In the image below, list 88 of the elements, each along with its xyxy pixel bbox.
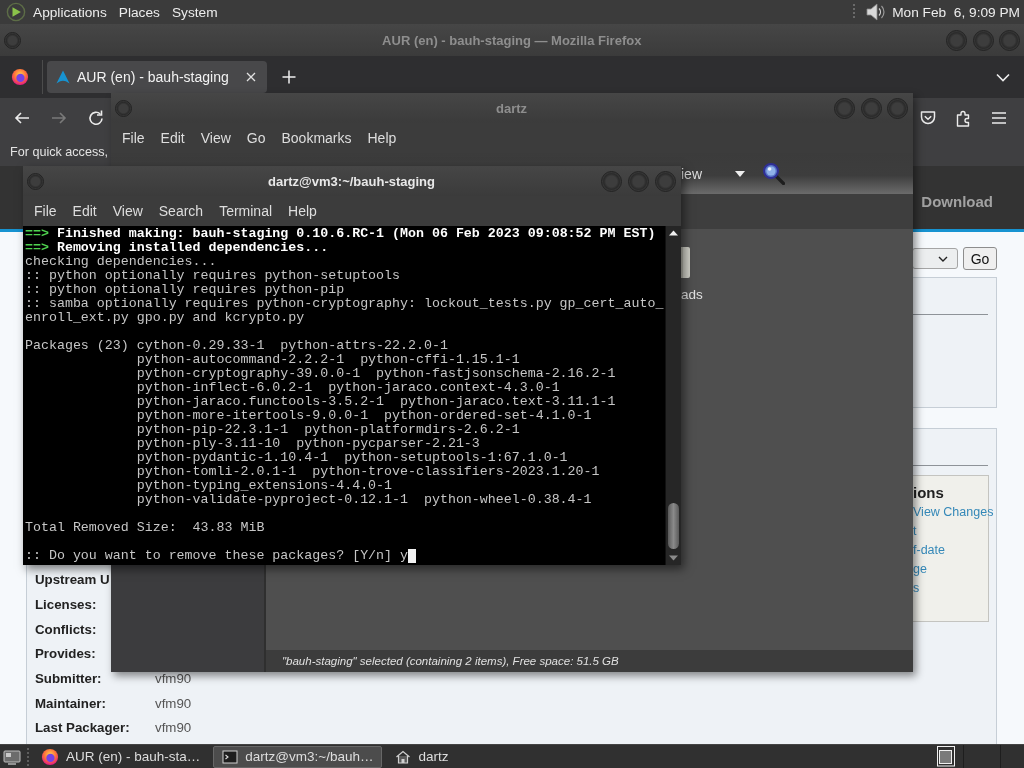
reload-icon[interactable] — [87, 109, 105, 127]
search-icon[interactable] — [762, 162, 785, 185]
menu-item[interactable]: Terminal — [211, 199, 281, 223]
terminal-line: python-typing_extensions-4.4.0-1 — [136, 479, 393, 493]
terminal-line: :: python optionally requires python-pip — [25, 283, 345, 297]
action-link[interactable]: View Changes — [913, 503, 994, 522]
menu-item[interactable]: File — [114, 126, 153, 150]
volume-icon[interactable] — [864, 2, 887, 22]
terminal-line: python-ply-3.11-10 python-pycparser-2.21-3 — [136, 437, 480, 451]
menu-item[interactable]: Edit — [152, 126, 193, 150]
terminal-line: :: samba optionally requires python-cryptography: lockout_tests.py gp_cert_auto_ — [25, 297, 664, 311]
menu-item[interactable]: Help — [359, 126, 405, 150]
prompt-marker: ==> — [25, 227, 49, 241]
chevron-down-icon[interactable] — [996, 72, 1010, 82]
browser-logo-icon — [41, 747, 59, 766]
browser-logo-icon[interactable] — [11, 68, 29, 86]
scrollbar-thumb[interactable] — [668, 503, 679, 549]
file-label[interactable]: ads — [681, 287, 703, 303]
terminal-line: python-inflect-6.0.2-1 python-jaraco.context-4.3.0-1 — [136, 381, 560, 395]
detail-label: Conflicts: — [35, 621, 97, 637]
menu-item[interactable]: System — [165, 1, 224, 23]
menu-icon[interactable] — [990, 109, 1008, 127]
taskbar-button[interactable]: dartz@vm3:~/bauh… — [213, 745, 383, 768]
terminal-line: python-more-itertools-9.0.0-1 python-ordered-set-4.1.0-1 — [136, 409, 592, 423]
select-field[interactable] — [912, 248, 958, 269]
terminal-line: python-pip-22.3.1-1 python-platformdirs-2.6.2-1 — [136, 423, 520, 437]
menu-item[interactable]: Go — [238, 126, 274, 150]
terminal-line: python-jaraco.functools-3.5.2-1 python-jaraco.text-3.11.1-1 — [136, 395, 616, 409]
terminal-text: Packages (23) — [25, 339, 130, 353]
window-title: dartz@vm3:~/bauh-staging — [268, 173, 435, 189]
terminal-line: Removing installed dependencies... — [56, 241, 329, 255]
status-text: "bauh-staging" selected (containing 2 items), Free space: 51.5 GB — [282, 655, 619, 667]
taskbar-button[interactable]: dartz — [386, 745, 458, 768]
terminal-line: :: python optionally requires python-setuptools — [25, 269, 401, 283]
go-button[interactable]: Go — [963, 247, 997, 270]
terminal-line: python-cryptography-39.0.0-1 python-fastjsonschema-2.16.2-1 — [136, 367, 616, 381]
terminal-line: cython-0.29.33-1 python-attrs-22.2.0-1 — [136, 339, 448, 353]
menu-item[interactable]: View — [192, 126, 239, 150]
taskbar-button[interactable]: AUR (en) - bauh-sta… — [32, 745, 210, 768]
scrollbar[interactable] — [665, 226, 681, 565]
terminal-line: python-tomli-2.0.1-1 python-trove-classifiers-2023.1.20-1 — [136, 465, 600, 479]
detail-label: Submitter: — [35, 671, 102, 687]
close-icon[interactable] — [246, 72, 256, 82]
terminal-icon — [222, 748, 239, 765]
detail-value: vfm90 — [155, 720, 192, 736]
bookmarks-hint: For quick access, — [10, 145, 108, 159]
clock-label[interactable]: Mon Feb 6, 9:09 PM — [892, 4, 1020, 20]
view-dropdown[interactable]: iew — [681, 161, 745, 186]
detail-label: Upstream U — [35, 572, 110, 588]
home-folder-icon — [395, 748, 412, 765]
workspace-icon[interactable] — [937, 746, 956, 767]
window-title: dartz — [495, 100, 528, 116]
terminal-line: Total Removed Size: 43.83 MiB — [25, 521, 265, 535]
terminal-line: :: Do you want to remove these packages? [Y/n] y — [25, 549, 408, 563]
window-title: AUR (en) - bauh-staging — Mozilla Firefox — [382, 32, 642, 48]
terminal-line: Finished making: bauh-staging 0.10.6.RC-1 (Mon 06 Feb 2023 09:08:52 PM EST) — [56, 227, 656, 241]
chevron-down-icon — [938, 255, 948, 262]
terminal-line: checking dependencies... — [25, 255, 217, 269]
tab[interactable]: AUR (en) - bauh-staging — [47, 61, 267, 93]
nav-link[interactable]: Download — [921, 192, 993, 210]
detail-label: Provides: — [35, 646, 96, 662]
triangle-down-icon — [735, 170, 745, 177]
detail-label: Last Packager: — [35, 720, 130, 736]
play-circle-icon[interactable] — [5, 2, 27, 22]
terminal-line: python-pydantic-1.10.4-1 python-setuptools-1:67.1.0-1 — [136, 451, 568, 465]
action-link[interactable]: f-date — [913, 541, 945, 560]
menu-item[interactable]: Edit — [64, 199, 105, 223]
menu-item[interactable]: View — [104, 199, 151, 223]
menu-item[interactable]: Applications — [27, 1, 113, 23]
file-icon — [681, 247, 690, 278]
terminal-line: python-validate-pyproject-0.12.1-1 python-wheel-0.38.4-1 — [136, 493, 592, 507]
menu-item[interactable]: File — [26, 199, 65, 223]
plus-icon[interactable] — [282, 70, 296, 84]
detail-label: Licenses: — [35, 597, 97, 613]
menu-item[interactable]: Bookmarks — [273, 126, 360, 150]
prompt-marker: ==> — [25, 241, 49, 255]
terminal-line: python-autocommand-2.2.2-1 python-cffi-1.15.1-1 — [136, 353, 520, 367]
detail-value: vfm90 — [155, 695, 192, 711]
menu-item[interactable]: Help — [280, 199, 325, 223]
terminal-line: enroll_ext.py gpo.py and kcrypto.py — [25, 311, 305, 325]
triangle-logo-icon — [56, 70, 70, 84]
menu-item[interactable]: Search — [150, 199, 212, 223]
show-desktop-icon[interactable] — [3, 748, 21, 765]
detail-value: vfm90 — [155, 671, 192, 687]
section-heading: ions — [913, 483, 944, 503]
menu-item[interactable]: Places — [112, 1, 166, 23]
shield-icon[interactable] — [919, 109, 937, 127]
detail-label: Maintainer: — [35, 695, 106, 711]
